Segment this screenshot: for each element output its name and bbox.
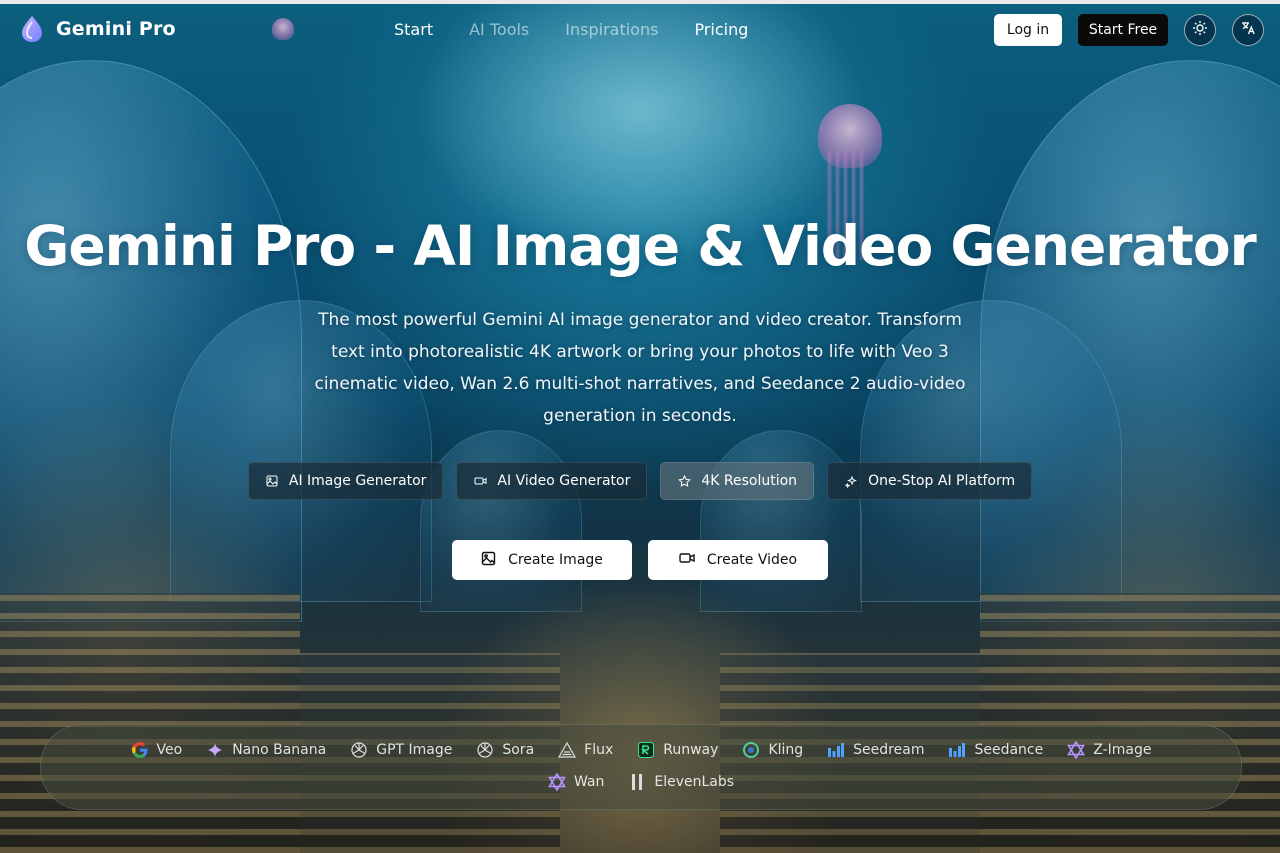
openai-icon <box>476 741 494 759</box>
model-elevenlabs[interactable]: ElevenLabs <box>628 773 734 791</box>
model-label: Seedream <box>853 742 925 758</box>
feature-chip-label: AI Video Generator <box>497 473 631 489</box>
model-label: Sora <box>502 742 535 758</box>
nav-ai-tools[interactable]: AI Tools <box>469 20 529 39</box>
model-label: Seedance <box>974 742 1044 758</box>
runway-icon <box>637 741 655 759</box>
star-icon <box>677 474 691 488</box>
feature-chips: AI Image Generator AI Video Generator 4K… <box>0 462 1280 500</box>
model-kling[interactable]: Kling <box>742 741 803 759</box>
sparkle-icon <box>206 741 224 759</box>
flux-icon <box>558 741 577 759</box>
bar-chart-icon <box>827 741 845 759</box>
model-veo[interactable]: Veo <box>131 741 183 759</box>
sun-icon <box>1192 20 1208 40</box>
top-navigation-bar: Gemini Pro Start AI Tools Inspirations P… <box>0 0 1280 60</box>
hero-description: The most powerful Gemini AI image genera… <box>314 310 966 426</box>
openai-icon <box>350 741 368 759</box>
window-top-edge <box>0 0 1280 4</box>
model-runway[interactable]: Runway <box>637 741 718 759</box>
feature-chip-ai-video: AI Video Generator <box>456 462 648 500</box>
language-button[interactable] <box>1232 14 1264 46</box>
sparkles-icon <box>844 474 858 488</box>
video-camera-icon <box>473 474 487 488</box>
cta-buttons: Create Image Create Video <box>0 540 1280 580</box>
image-icon <box>481 551 496 570</box>
nav-pricing[interactable]: Pricing <box>694 20 748 39</box>
model-wan[interactable]: Wan <box>548 773 604 791</box>
create-video-button[interactable]: Create Video <box>648 540 828 580</box>
model-label: Veo <box>156 742 183 758</box>
model-nano-banana[interactable]: Nano Banana <box>206 741 326 759</box>
model-label: Kling <box>768 742 804 758</box>
model-seedance[interactable]: Seedance <box>948 741 1043 759</box>
model-z-image[interactable]: Z-Image <box>1067 741 1151 759</box>
feature-chip-ai-image: AI Image Generator <box>247 462 444 500</box>
feature-chip-label: One-Stop AI Platform <box>868 473 1016 489</box>
brand-name: Gemini Pro <box>56 18 176 40</box>
model-flux[interactable]: Flux <box>558 741 613 759</box>
model-label: ElevenLabs <box>654 774 735 790</box>
hero-title: Gemini Pro - AI Image & Video Generator <box>24 214 1257 278</box>
login-button[interactable]: Log in <box>994 14 1062 46</box>
kling-icon <box>742 741 760 759</box>
nav-inspirations[interactable]: Inspirations <box>565 20 658 39</box>
google-icon <box>131 741 149 759</box>
model-seedream[interactable]: Seedream <box>827 741 924 759</box>
model-label: Wan <box>573 774 605 790</box>
feature-chip-label: 4K Resolution <box>701 473 798 489</box>
translate-icon <box>1240 20 1256 40</box>
feature-chip-4k: 4K Resolution <box>660 462 815 500</box>
theme-toggle-button[interactable] <box>1184 14 1216 46</box>
model-label: Z-Image <box>1093 742 1152 758</box>
bar-chart-icon <box>948 741 966 759</box>
supported-models-strip: Veo Nano Banana GPT Image Sora Flux Runw… <box>40 724 1242 810</box>
model-label: GPT Image <box>376 742 453 758</box>
create-video-label: Create Video <box>706 552 798 568</box>
model-label: Runway <box>663 742 719 758</box>
image-icon <box>265 474 279 488</box>
gemini-logo-icon <box>18 14 46 44</box>
start-free-button[interactable]: Start Free <box>1078 14 1168 46</box>
star-of-david-icon <box>1067 741 1086 759</box>
model-gpt-image[interactable]: GPT Image <box>350 741 452 759</box>
model-label: Flux <box>584 742 614 758</box>
feature-chip-label: AI Image Generator <box>288 473 427 489</box>
pause-bars-icon <box>628 773 646 791</box>
nav-start[interactable]: Start <box>394 20 433 39</box>
create-image-button[interactable]: Create Image <box>452 540 632 580</box>
model-label: Nano Banana <box>232 742 327 758</box>
create-image-label: Create Image <box>508 552 603 568</box>
brand-logo[interactable]: Gemini Pro <box>18 14 176 44</box>
video-camera-icon <box>679 551 695 569</box>
star-of-david-icon <box>548 773 566 791</box>
feature-chip-one-stop: One-Stop AI Platform <box>827 462 1033 500</box>
main-nav: Start AI Tools Inspirations Pricing <box>394 20 748 39</box>
model-sora[interactable]: Sora <box>476 741 534 759</box>
